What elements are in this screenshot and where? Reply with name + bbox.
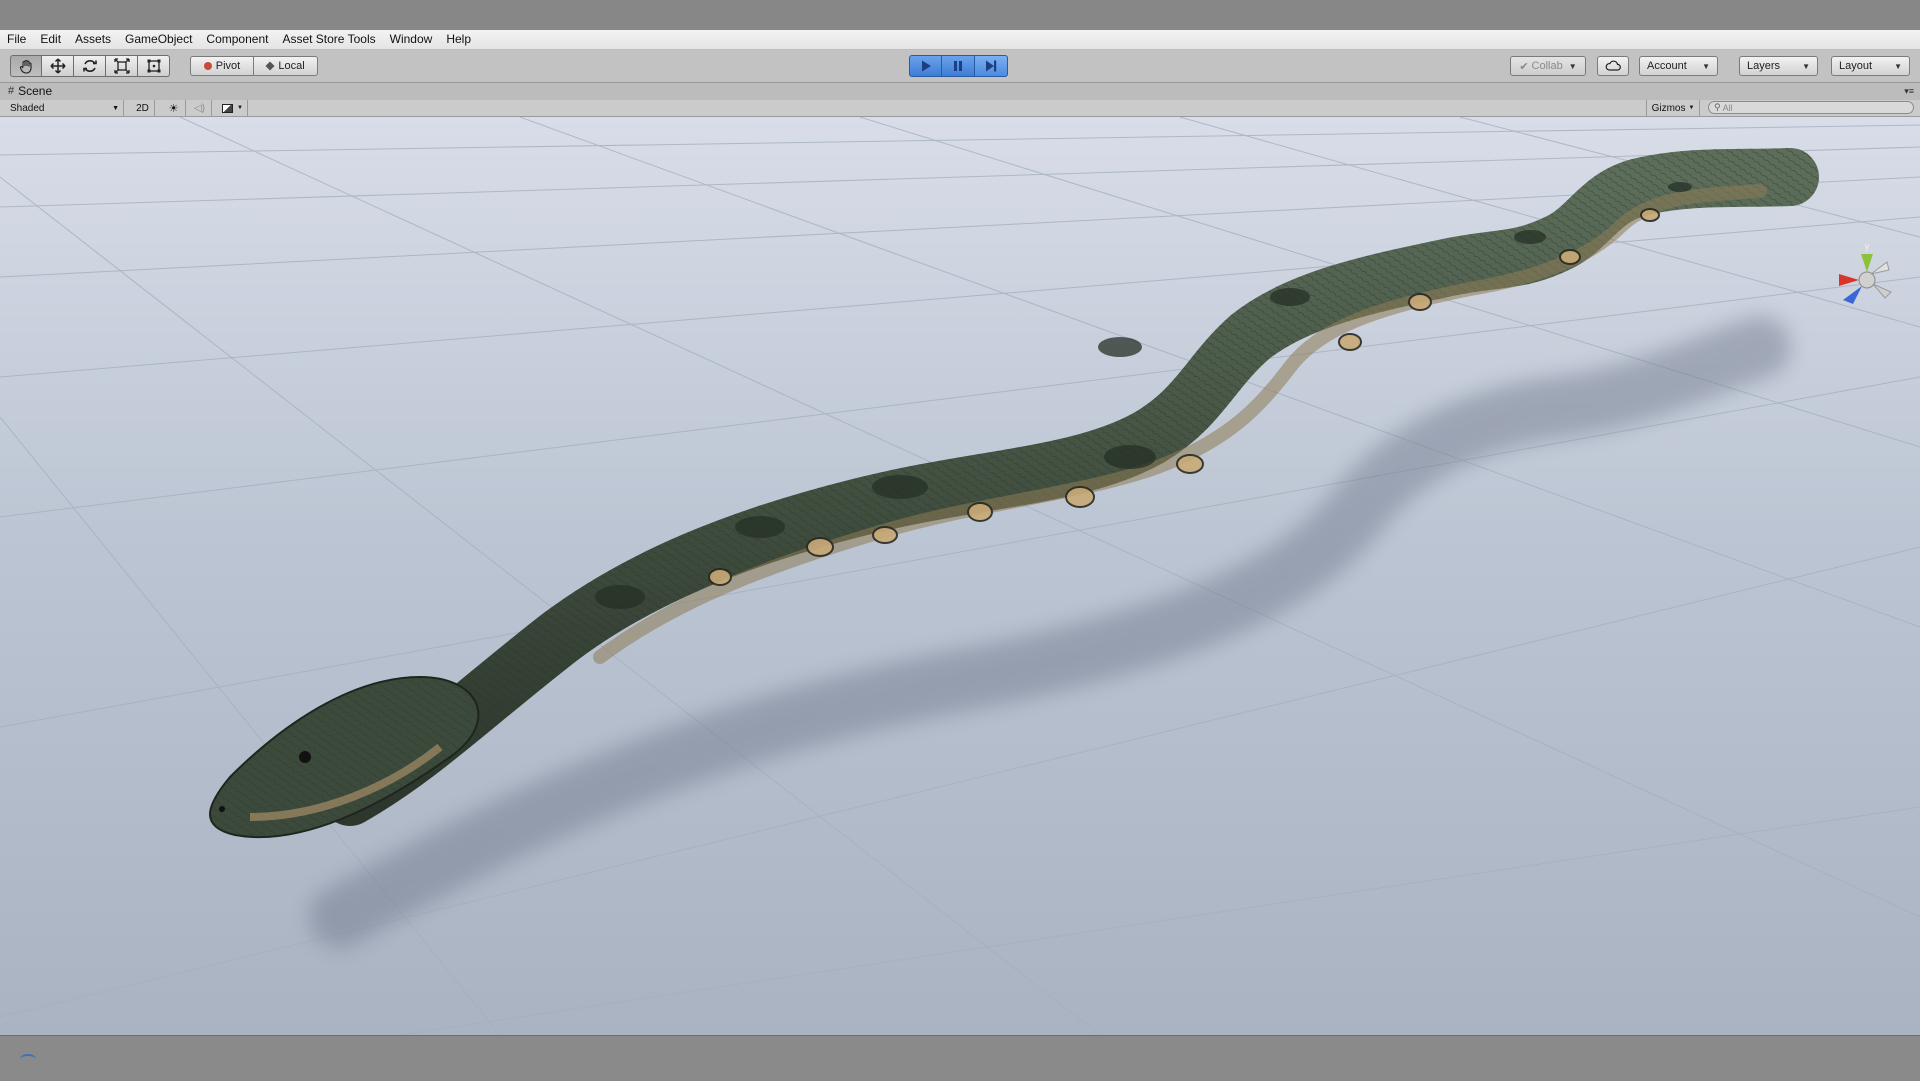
effects-dropdown[interactable]: ▼ — [218, 100, 248, 116]
search-placeholder: All — [1722, 102, 1733, 113]
collab-dropdown[interactable]: ✔ Collab ▼ — [1510, 56, 1586, 76]
collab-label: Collab — [1531, 60, 1563, 72]
scene-tab-bar: # Scene ▾≡ — [0, 83, 1920, 100]
step-icon — [986, 60, 997, 72]
status-bar — [0, 1035, 1920, 1081]
audio-toggle[interactable]: ◁) — [188, 100, 212, 116]
chevron-down-icon: ▼ — [1688, 105, 1695, 111]
menu-gameobject[interactable]: GameObject — [118, 30, 199, 49]
menu-bar: File Edit Assets GameObject Component As… — [0, 30, 1920, 50]
transform-tools — [10, 55, 170, 77]
panel-menu-icon[interactable]: ▾≡ — [1904, 86, 1914, 97]
search-icon: ⚲ — [1714, 102, 1721, 112]
menu-window[interactable]: Window — [383, 30, 440, 49]
ground-plane — [0, 117, 1920, 1035]
pause-button[interactable] — [942, 55, 975, 77]
account-label: Account — [1647, 60, 1687, 72]
chevron-down-icon: ▼ — [237, 105, 243, 111]
scene-viewport[interactable]: y — [0, 117, 1920, 1035]
rect-transform-icon — [147, 59, 160, 73]
menu-component[interactable]: Component — [199, 30, 275, 49]
menu-help[interactable]: Help — [439, 30, 478, 49]
step-button[interactable] — [975, 55, 1008, 77]
mode-2d-toggle[interactable]: 2D — [131, 100, 155, 116]
playback-controls — [909, 55, 1008, 77]
pivot-label: Pivot — [215, 60, 241, 72]
rotate-icon — [82, 60, 97, 72]
window-title-bar — [0, 0, 1920, 30]
gizmos-label: Gizmos — [1651, 102, 1686, 114]
scale-icon — [113, 58, 130, 74]
layers-dropdown[interactable]: Layers ▼ — [1739, 56, 1818, 76]
scene-render: y — [0, 117, 1920, 1035]
account-dropdown[interactable]: Account ▼ — [1639, 56, 1718, 76]
menu-edit[interactable]: Edit — [33, 30, 68, 49]
check-icon: ✔ — [1519, 60, 1529, 73]
sun-icon: ☀ — [168, 102, 179, 115]
local-label: Local — [278, 60, 305, 72]
pause-icon — [954, 61, 962, 71]
shading-mode-dropdown[interactable]: Shaded ▼ — [6, 100, 124, 116]
rect-tool-button[interactable] — [138, 55, 170, 77]
chevron-down-icon: ▼ — [112, 104, 119, 112]
scene-search-field[interactable]: ⚲ All — [1708, 101, 1914, 114]
lighting-toggle[interactable]: ☀ — [162, 100, 186, 116]
local-cube-icon — [265, 61, 275, 71]
menu-assets[interactable]: Assets — [68, 30, 118, 49]
tab-scene[interactable]: # Scene — [8, 84, 52, 98]
cloud-icon — [1605, 60, 1621, 71]
image-icon — [222, 103, 234, 113]
chevron-down-icon: ▼ — [1802, 61, 1810, 71]
pivot-icon — [203, 62, 212, 70]
move-arrows-icon — [49, 58, 66, 74]
hand-icon — [19, 59, 32, 74]
layers-label: Layers — [1747, 60, 1781, 72]
chevron-down-icon: ▼ — [1894, 61, 1902, 71]
pivot-toggle[interactable]: Pivot — [190, 56, 254, 76]
rotate-tool-button[interactable] — [74, 55, 106, 77]
chevron-down-icon: ▼ — [1568, 61, 1577, 71]
hand-tool-button[interactable] — [10, 55, 42, 77]
layout-dropdown[interactable]: Layout ▼ — [1831, 56, 1910, 76]
chevron-down-icon: ▼ — [1702, 61, 1710, 71]
scene-view-toolbar: Shaded ▼ 2D ☀ ◁) ▼ Gizmos ▼ ⚲ All — [0, 100, 1920, 117]
grid-icon: # — [8, 85, 15, 97]
menu-asset-store-tools[interactable]: Asset Store Tools — [275, 30, 382, 49]
scale-tool-button[interactable] — [106, 55, 138, 77]
cloud-button[interactable] — [1597, 56, 1629, 76]
status-indicator-icon — [20, 1054, 36, 1064]
mode-2d-label: 2D — [136, 102, 149, 114]
gizmos-dropdown[interactable]: Gizmos ▼ — [1646, 100, 1700, 116]
shading-mode-label: Shaded — [10, 102, 45, 114]
layout-label: Layout — [1839, 60, 1873, 72]
local-toggle[interactable]: Local — [253, 56, 318, 76]
gizmo-axis-label: y — [1864, 242, 1870, 252]
speaker-icon: ◁) — [193, 102, 206, 114]
play-button[interactable] — [909, 55, 942, 77]
move-tool-button[interactable] — [42, 55, 74, 77]
scene-tab-label: Scene — [18, 84, 53, 98]
menu-file[interactable]: File — [0, 30, 33, 49]
play-icon — [921, 60, 931, 72]
